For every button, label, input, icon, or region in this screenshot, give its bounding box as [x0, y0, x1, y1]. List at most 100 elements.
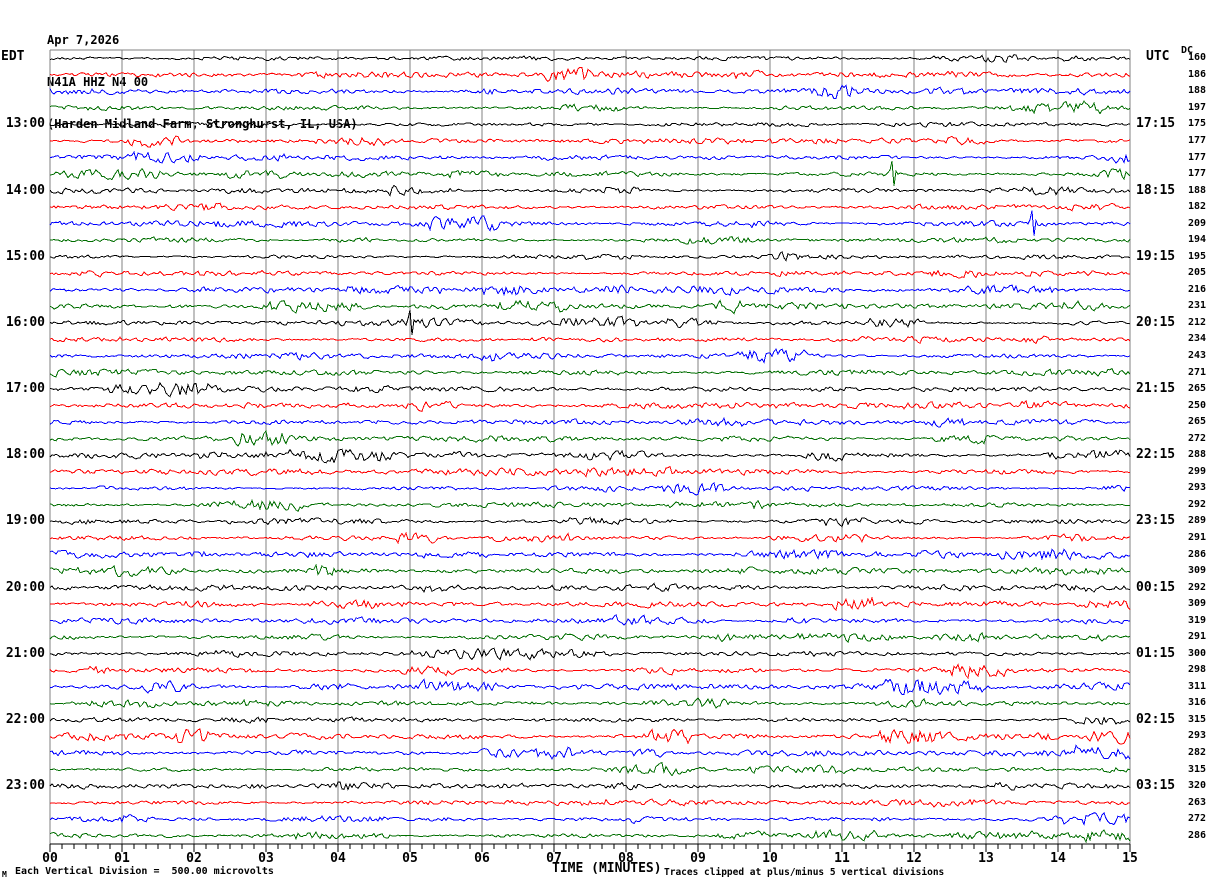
seismogram-trace — [49, 728, 1131, 745]
seismogram-trace — [49, 309, 1131, 335]
dc-value: 188 — [1187, 184, 1206, 196]
dc-value: 292 — [1187, 581, 1206, 593]
dc-value: 293 — [1187, 730, 1206, 742]
dc-value: 231 — [1187, 300, 1206, 312]
seismogram-trace — [49, 250, 1131, 262]
seismogram-trace — [49, 381, 1131, 398]
seismogram-trace — [49, 563, 1131, 578]
edt-hour-label: 19:00 — [5, 513, 45, 529]
utc-time-label: 21:15 — [1136, 381, 1176, 397]
seismogram-trace — [49, 184, 1131, 197]
dc-value: 309 — [1187, 598, 1206, 610]
dc-value: 265 — [1187, 383, 1206, 395]
x-tick-label: 01 — [114, 851, 130, 866]
dc-value: 282 — [1187, 747, 1206, 759]
seismogram-trace — [49, 66, 1131, 82]
dc-value: 286 — [1187, 548, 1206, 560]
dc-value: 291 — [1187, 631, 1206, 643]
x-tick-label: 13 — [978, 851, 994, 866]
edt-hour-label: 16:00 — [5, 314, 45, 330]
dc-value: 315 — [1187, 713, 1206, 725]
seismogram-trace — [49, 120, 1131, 129]
seismogram-trace — [49, 335, 1131, 345]
seismogram-trace — [49, 596, 1131, 612]
utc-time-label: 01:15 — [1136, 645, 1176, 661]
seismogram-trace — [49, 100, 1131, 115]
dc-value: 311 — [1187, 680, 1206, 692]
utc-time-label: 03:15 — [1136, 778, 1176, 794]
dc-value: 272 — [1187, 432, 1206, 444]
x-tick-label: 05 — [402, 851, 418, 866]
seismogram-trace — [49, 160, 1131, 187]
helicorder-screen: Apr 7,2026 N41A HHZ N4 00 (Harden Midlan… — [0, 0, 1210, 886]
x-tick-label: 12 — [906, 851, 922, 866]
x-tick-label: 10 — [762, 851, 778, 866]
seismogram-trace — [49, 210, 1131, 236]
seismogram-trace — [49, 54, 1131, 63]
dc-value: 292 — [1187, 498, 1206, 510]
dc-value: 177 — [1187, 168, 1206, 180]
x-tick-label: 14 — [1050, 851, 1066, 866]
dc-value: 298 — [1187, 664, 1206, 676]
seismogram-trace — [49, 135, 1131, 148]
seismogram-trace — [49, 647, 1131, 661]
dc-value: 177 — [1187, 151, 1206, 163]
seismogram-trace — [49, 284, 1131, 297]
seismogram-trace — [49, 761, 1131, 777]
dc-value: 288 — [1187, 449, 1206, 461]
dc-value: 160 — [1187, 52, 1206, 64]
x-tick-label: 04 — [330, 851, 346, 866]
dc-value: 195 — [1187, 250, 1206, 262]
edt-hour-label: 18:00 — [5, 447, 45, 463]
dc-value: 271 — [1187, 366, 1206, 378]
dc-value: 272 — [1187, 813, 1206, 825]
edt-hour-label: 22:00 — [5, 711, 45, 727]
dc-value: 263 — [1187, 796, 1206, 808]
x-tick-label: 09 — [690, 851, 706, 866]
edt-hour-label: 13:00 — [5, 116, 45, 132]
seismogram-trace — [49, 548, 1131, 561]
dc-value: 320 — [1187, 780, 1206, 792]
dc-value: 188 — [1187, 85, 1206, 97]
utc-time-label: 19:15 — [1136, 248, 1176, 264]
dc-value: 234 — [1187, 333, 1206, 345]
watermark-glyph: M — [2, 870, 7, 879]
dc-value: 182 — [1187, 201, 1206, 213]
seismogram-trace — [49, 744, 1131, 760]
seismogram-trace — [49, 828, 1131, 844]
dc-value: 197 — [1187, 101, 1206, 113]
seismogram-trace — [49, 150, 1131, 164]
seismogram-trace — [49, 481, 1130, 496]
seismogram-trace — [49, 781, 1131, 791]
x-tick-label: 02 — [186, 851, 202, 866]
seismogram-trace — [49, 678, 1131, 696]
seismogram-trace — [49, 448, 1131, 464]
seismogram-trace — [49, 613, 1131, 626]
x-tick-label: 06 — [474, 851, 490, 866]
seismogram-trace — [49, 367, 1131, 378]
seismogram-trace — [49, 663, 1131, 679]
seismogram-trace — [49, 716, 1131, 725]
dc-value: 309 — [1187, 565, 1206, 577]
seismogram-trace — [49, 417, 1131, 428]
edt-hour-label: 23:00 — [5, 778, 45, 794]
seismogram-trace — [49, 399, 1131, 412]
edt-hour-label: 20:00 — [5, 579, 45, 595]
seismogram-plot — [49, 49, 1131, 852]
clip-note: Traces clipped at plus/minus 5 vertical … — [664, 867, 945, 878]
dc-value: 209 — [1187, 217, 1206, 229]
edt-hour-label: 14:00 — [5, 182, 45, 198]
dc-value: 286 — [1187, 829, 1206, 841]
dc-value: 243 — [1187, 350, 1206, 362]
dc-value: 315 — [1187, 763, 1206, 775]
seismogram-trace — [49, 430, 1131, 448]
seismogram-trace — [49, 465, 1131, 478]
seismogram-trace — [49, 516, 1131, 528]
utc-time-label: 18:15 — [1136, 182, 1176, 198]
seismogram-trace — [49, 582, 1131, 593]
dc-value: 177 — [1187, 134, 1206, 146]
seismogram-trace — [49, 697, 1131, 709]
dc-value: 175 — [1187, 118, 1206, 130]
edt-hour-label: 21:00 — [5, 645, 45, 661]
dc-value: 300 — [1187, 647, 1206, 659]
